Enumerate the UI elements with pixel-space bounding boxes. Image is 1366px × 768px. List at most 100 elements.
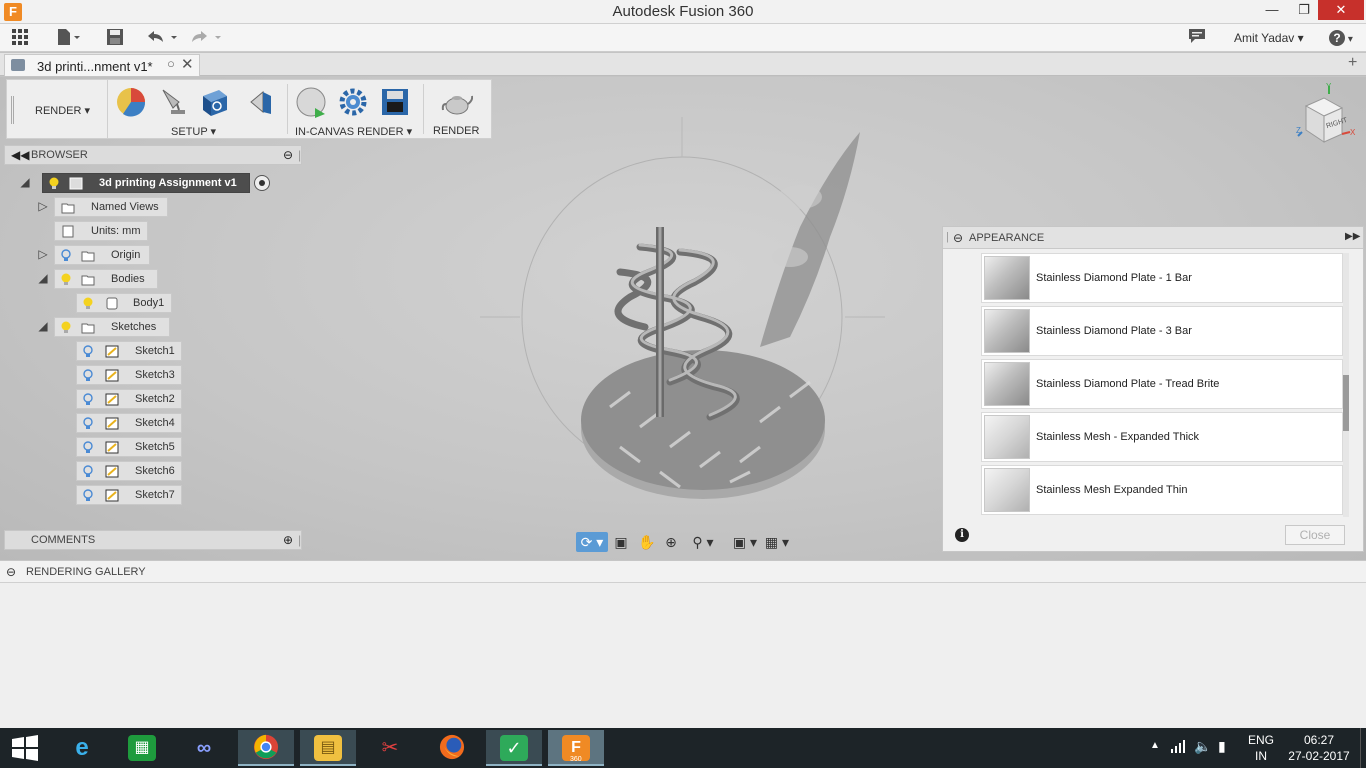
close-window-button[interactable]: ✕	[1318, 0, 1364, 20]
pan-hand-icon[interactable]: ✋	[636, 532, 658, 552]
look-at-icon[interactable]: ▣	[610, 532, 632, 552]
sketch-node[interactable]: Sketch7	[76, 485, 182, 505]
info-icon[interactable]: i	[955, 528, 969, 542]
expand-panel-icon[interactable]: ▶▶	[1345, 231, 1360, 242]
file-menu-icon[interactable]	[54, 28, 82, 48]
taskbar-store[interactable]: ▦	[114, 730, 170, 766]
body1-node[interactable]: Body1	[76, 293, 172, 313]
in-canvas-render-start-icon[interactable]	[295, 86, 327, 118]
appearance-collapse-icon[interactable]: ⊖	[953, 231, 963, 245]
activate-component-radio[interactable]	[254, 175, 270, 191]
battery-icon[interactable]: ▮	[1218, 738, 1226, 755]
setup-group-label[interactable]: SETUP ▾	[171, 125, 216, 138]
clock[interactable]: 06:27 27-02-2017	[1286, 733, 1352, 763]
material-list-scrollbar-thumb[interactable]	[1343, 375, 1349, 431]
material-item[interactable]: Stainless Diamond Plate - Tread Brite	[981, 359, 1343, 409]
expand-chevron-icon[interactable]: ▷	[36, 247, 50, 261]
sketch-node[interactable]: Sketch2	[76, 389, 182, 409]
close-button[interactable]: Close	[1285, 525, 1345, 545]
root-component-node[interactable]: 3d printing Assignment v1	[42, 173, 250, 193]
visibility-bulb-icon[interactable]	[83, 417, 93, 430]
taskbar-ie[interactable]: e	[54, 730, 110, 766]
decal-icon[interactable]	[245, 86, 277, 118]
taskbar-snipping-tool[interactable]: ✂	[362, 730, 418, 766]
zoom-icon[interactable]: ⊕	[660, 532, 682, 552]
help-menu[interactable]: ? ▾	[1324, 28, 1358, 48]
ribbon-grip-handle[interactable]	[11, 96, 14, 124]
save-icon[interactable]	[104, 28, 126, 48]
view-cube[interactable]: RIGHT Y Z X	[1296, 82, 1360, 148]
rendering-gallery-header[interactable]: ⊖ RENDERING GALLERY	[0, 561, 1366, 583]
material-item[interactable]: Stainless Diamond Plate - 1 Bar	[981, 253, 1343, 303]
grid-menu-icon[interactable]	[8, 28, 32, 48]
named-views-node[interactable]: Named Views	[54, 197, 168, 217]
visibility-bulb-icon[interactable]	[83, 465, 93, 478]
taskbar-firefox[interactable]	[424, 730, 480, 766]
origin-node[interactable]: Origin	[54, 245, 150, 265]
new-tab-icon[interactable]: +	[1348, 54, 1357, 72]
orbit-icon[interactable]: ⟳ ▾	[576, 532, 608, 552]
collapse-left-icon[interactable]: ◀◀	[11, 148, 29, 162]
material-item[interactable]: Stainless Mesh Expanded Thin	[981, 465, 1343, 515]
visibility-bulb-icon[interactable]	[83, 297, 93, 310]
display-settings-icon[interactable]: ▣ ▾	[730, 532, 760, 552]
grid-settings-icon[interactable]: ▦ ▾	[762, 532, 792, 552]
notifications-icon[interactable]	[1186, 28, 1208, 48]
sketch-node[interactable]: Sketch5	[76, 437, 182, 457]
in-canvas-render-group-label[interactable]: IN-CANVAS RENDER ▾	[295, 125, 412, 138]
taskbar-chrome[interactable]	[238, 730, 294, 766]
browser-collapse-icon[interactable]: ⊖	[283, 148, 293, 162]
input-language-indicator[interactable]: ENG IN	[1248, 733, 1274, 763]
render-teapot-icon[interactable]	[441, 86, 474, 118]
minimize-button[interactable]: —	[1252, 0, 1292, 20]
units-node[interactable]: Units: mm	[54, 221, 148, 241]
sketch-node[interactable]: Sketch3	[76, 365, 182, 385]
fit-zoom-icon[interactable]: ⚲ ▾	[686, 532, 720, 552]
visibility-bulb-icon[interactable]	[83, 441, 93, 454]
visibility-bulb-icon[interactable]	[49, 177, 59, 190]
expand-chevron-icon[interactable]: ▷	[36, 199, 50, 213]
visibility-bulb-icon[interactable]	[83, 393, 93, 406]
sketch-node[interactable]: Sketch1	[76, 341, 182, 361]
collapse-chevron-icon[interactable]: ◢	[36, 319, 50, 333]
gallery-collapse-icon[interactable]: ⊖	[6, 565, 16, 579]
sketch-node[interactable]: Sketch4	[76, 413, 182, 433]
add-comment-icon[interactable]: ⊕	[283, 533, 293, 547]
taskbar-file-explorer[interactable]: ▤	[300, 730, 356, 766]
material-list[interactable]: Stainless Diamond Plate - 1 Bar Stainles…	[981, 253, 1343, 517]
taskbar-app-infinity[interactable]: ∞	[176, 730, 232, 766]
redo-icon[interactable]	[188, 28, 224, 48]
visibility-bulb-icon[interactable]	[83, 489, 93, 502]
volume-icon[interactable]: 🔈	[1194, 738, 1211, 755]
bodies-node[interactable]: Bodies	[54, 269, 158, 289]
taskbar-sketchbook[interactable]: ✓	[486, 730, 542, 766]
close-tab-icon[interactable]: ✕	[181, 55, 194, 73]
visibility-bulb-icon[interactable]	[61, 321, 71, 334]
scene-settings-icon[interactable]	[115, 86, 147, 118]
texture-map-icon[interactable]	[199, 86, 231, 118]
lighting-setup-icon[interactable]	[157, 86, 189, 118]
show-desktop-button[interactable]	[1360, 728, 1366, 768]
maximize-button[interactable]: ❐	[1292, 0, 1316, 20]
taskbar-fusion360[interactable]: F 360	[548, 730, 604, 766]
visibility-bulb-icon[interactable]	[83, 369, 93, 382]
material-item[interactable]: Stainless Diamond Plate - 3 Bar	[981, 306, 1343, 356]
sketch-node[interactable]: Sketch6	[76, 461, 182, 481]
visibility-bulb-icon[interactable]	[61, 249, 71, 262]
render-group-label[interactable]: RENDER	[433, 125, 479, 137]
user-account-menu[interactable]: Amit Yadav ▾	[1234, 31, 1304, 45]
workspace-switcher[interactable]: RENDER ▾	[35, 104, 90, 117]
document-tab[interactable]: 3d printi...nment v1* ○ ✕	[4, 54, 200, 76]
material-item[interactable]: Stainless Mesh - Expanded Thick	[981, 412, 1343, 462]
show-hidden-icons[interactable]: ▲	[1150, 740, 1160, 751]
undo-icon[interactable]	[144, 28, 180, 48]
network-signal-icon[interactable]	[1170, 738, 1186, 757]
sketches-node[interactable]: Sketches	[54, 317, 170, 337]
capture-image-icon[interactable]	[379, 86, 411, 118]
render-settings-gear-icon[interactable]	[337, 86, 369, 118]
visibility-bulb-icon[interactable]	[61, 273, 71, 286]
collapse-chevron-icon[interactable]: ◢	[18, 175, 32, 189]
visibility-bulb-icon[interactable]	[83, 345, 93, 358]
collapse-chevron-icon[interactable]: ◢	[36, 271, 50, 285]
start-button[interactable]	[0, 730, 50, 766]
